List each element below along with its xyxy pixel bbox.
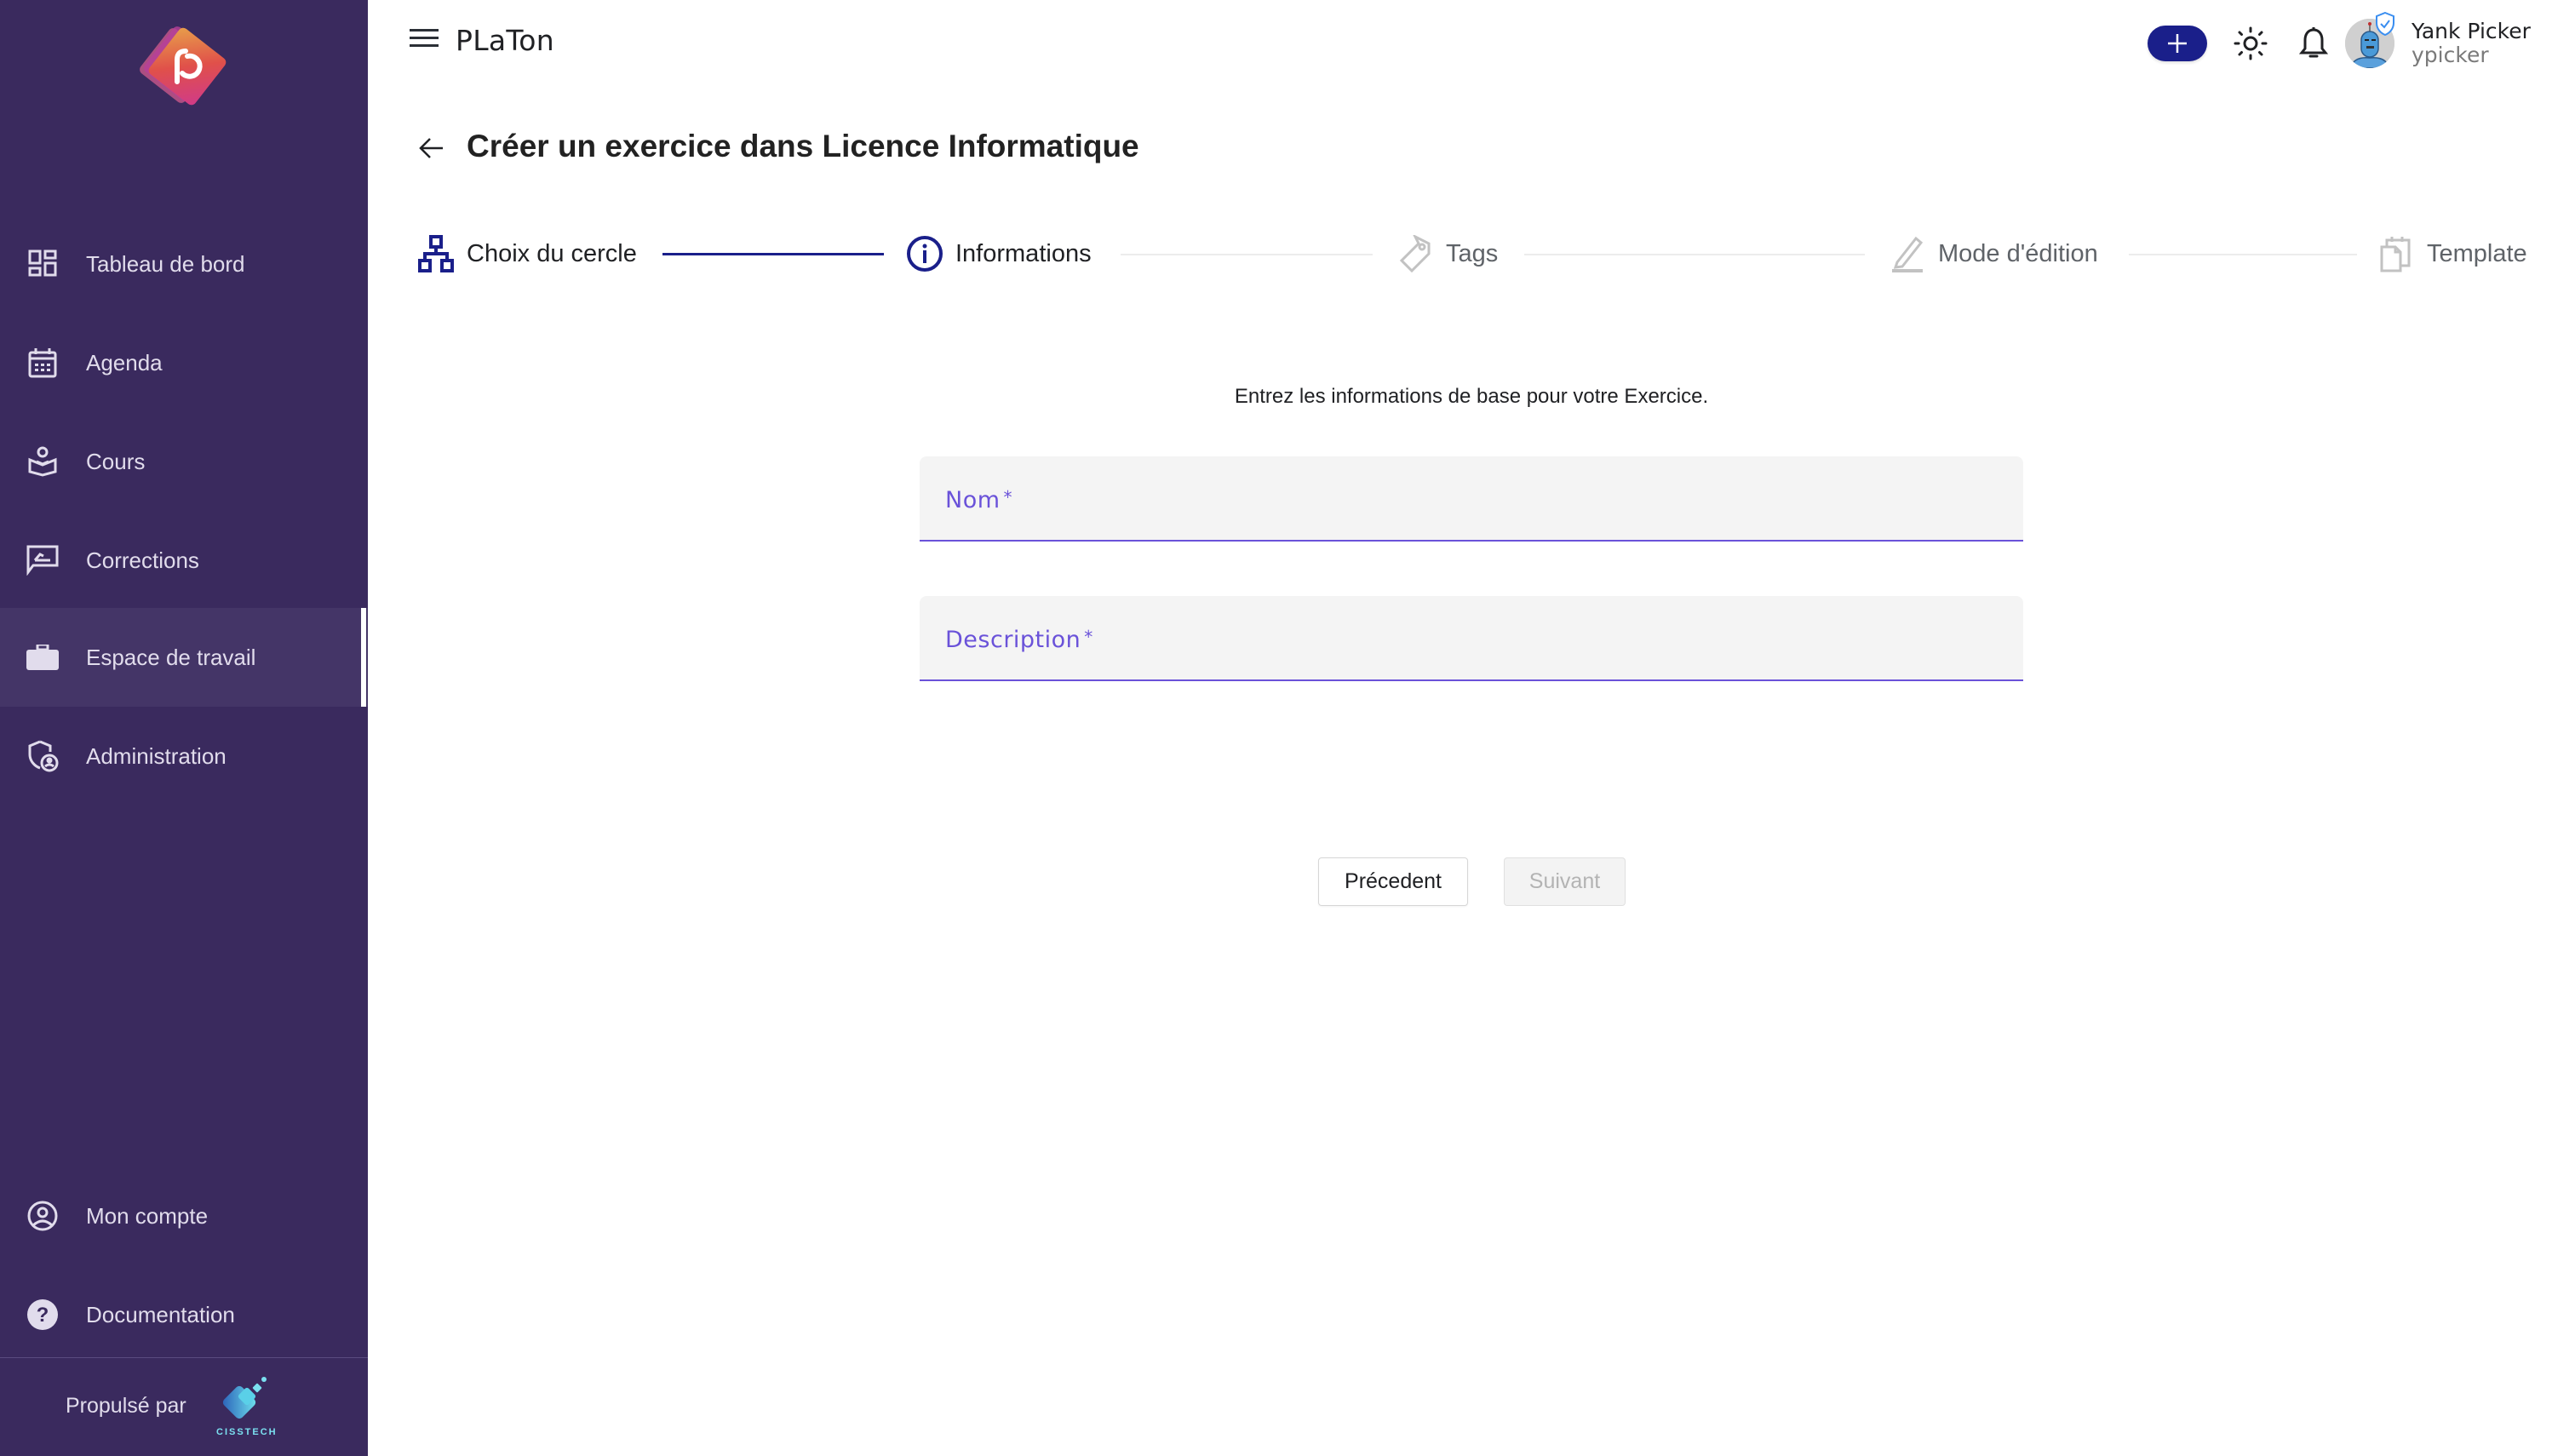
sidebar-item-label: Administration bbox=[86, 742, 227, 769]
tag-icon bbox=[1396, 235, 1434, 272]
next-button[interactable]: Suivant bbox=[1504, 857, 1626, 906]
sidebar-item-mon-compte[interactable]: Mon compte bbox=[0, 1167, 368, 1265]
sidebar-item-label: Mon compte bbox=[86, 1202, 209, 1229]
sidebar-item-agenda[interactable]: Agenda bbox=[0, 313, 368, 412]
step-tags[interactable]: Tags bbox=[1396, 233, 1498, 274]
sidebar-item-label: Corrections bbox=[86, 547, 199, 573]
description-field[interactable]: Description * bbox=[920, 596, 2023, 681]
step-label: Tags bbox=[1446, 239, 1499, 267]
help-icon: ? bbox=[26, 1298, 60, 1332]
cisstech-brand-text: CISSTECH bbox=[216, 1427, 278, 1437]
sitemap-icon bbox=[417, 235, 455, 272]
template-icon bbox=[2377, 235, 2415, 272]
sidebar-item-label: Espace de travail bbox=[86, 644, 256, 670]
step-label: Mode d'édition bbox=[1938, 239, 2098, 267]
step-connector bbox=[1524, 254, 1865, 255]
form-intro-text: Entrez les informations de base pour vot… bbox=[1234, 385, 1709, 408]
active-indicator bbox=[361, 608, 366, 707]
step-connector bbox=[2129, 254, 2357, 255]
account-icon bbox=[26, 1199, 60, 1233]
hamburger-icon bbox=[410, 29, 439, 47]
sidebar-item-label: Cours bbox=[86, 448, 146, 474]
sidebar-item-documentation[interactable]: ? Documentation bbox=[0, 1265, 368, 1364]
arrow-left-icon bbox=[419, 138, 443, 158]
step-template[interactable]: Template bbox=[2377, 233, 2527, 274]
menu-toggle-button[interactable] bbox=[410, 27, 439, 49]
add-button[interactable] bbox=[2148, 26, 2207, 61]
pencil-icon bbox=[1889, 235, 1926, 272]
sidebar-item-administration[interactable]: Administration bbox=[0, 707, 368, 805]
name-input[interactable] bbox=[945, 502, 1998, 531]
step-choix-du-cercle[interactable]: Choix du cercle bbox=[417, 233, 637, 274]
admin-shield-icon bbox=[26, 739, 60, 773]
sidebar-item-corrections[interactable]: Corrections bbox=[0, 511, 368, 610]
back-button[interactable] bbox=[416, 132, 448, 164]
app-title: PLaTon bbox=[456, 24, 554, 57]
sun-icon bbox=[2234, 26, 2268, 60]
plus-icon bbox=[2168, 34, 2187, 53]
step-label: Template bbox=[2427, 239, 2527, 267]
sidebar-item-cours[interactable]: Cours bbox=[0, 412, 368, 511]
sidebar-item-label: Agenda bbox=[86, 349, 163, 375]
step-label: Informations bbox=[955, 239, 1092, 267]
description-input[interactable] bbox=[945, 642, 1998, 671]
verified-badge-icon bbox=[2376, 12, 2394, 36]
platon-logo[interactable] bbox=[128, 19, 238, 119]
sidebar-item-espace-de-travail[interactable]: Espace de travail bbox=[0, 608, 368, 707]
step-connector bbox=[1121, 254, 1373, 255]
sidebar-item-label: Tableau de bord bbox=[86, 250, 245, 277]
theme-toggle-button[interactable] bbox=[2233, 26, 2268, 61]
step-informations[interactable]: Informations bbox=[906, 233, 1092, 274]
course-icon bbox=[26, 444, 60, 479]
user-login: ypicker bbox=[2412, 43, 2489, 67]
page-title: Créer un exercice dans Licence Informati… bbox=[467, 129, 1139, 163]
corrections-icon bbox=[26, 543, 60, 577]
briefcase-icon bbox=[26, 640, 60, 674]
sidebar: Tableau de bord Agenda Cours Corrections… bbox=[0, 0, 368, 1456]
info-icon bbox=[906, 235, 943, 272]
user-name[interactable]: Yank Picker bbox=[2412, 19, 2531, 43]
step-connector bbox=[662, 253, 884, 255]
sidebar-item-label: Documentation bbox=[86, 1301, 235, 1327]
calendar-icon bbox=[26, 346, 60, 380]
notifications-button[interactable] bbox=[2296, 26, 2331, 61]
step-mode-edition[interactable]: Mode d'édition bbox=[1889, 233, 2098, 274]
bell-icon bbox=[2299, 27, 2328, 58]
dashboard-icon bbox=[26, 247, 60, 281]
step-label: Choix du cercle bbox=[467, 239, 637, 267]
sidebar-item-dashboard[interactable]: Tableau de bord bbox=[0, 215, 368, 313]
powered-by-label: Propulsé par bbox=[66, 1394, 186, 1418]
sidebar-divider bbox=[0, 1357, 368, 1358]
svg-text:?: ? bbox=[37, 1304, 49, 1327]
name-field[interactable]: Nom * bbox=[920, 456, 2023, 542]
previous-button[interactable]: Précedent bbox=[1318, 857, 1468, 906]
